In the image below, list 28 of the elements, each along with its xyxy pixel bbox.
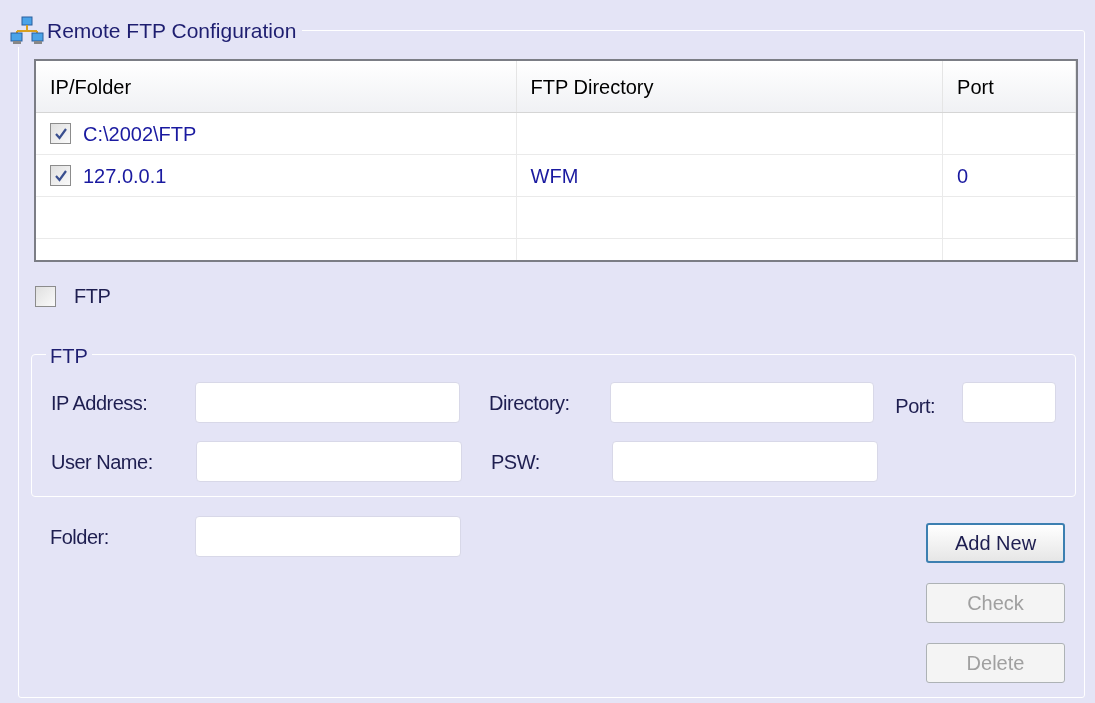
checkbox[interactable] [50,165,71,186]
text-field[interactable] [196,441,462,482]
text-field[interactable] [195,382,461,423]
field-label: Directory: [489,390,571,416]
table-cell-text: 0 [957,163,969,189]
column-header[interactable]: Port [943,61,1076,112]
table-cell-text: C:\2002\FTP [83,121,197,147]
column-header[interactable]: FTP Directory [516,61,944,112]
table-cell-text: 127.0.0.1 [83,163,167,189]
text-field[interactable] [195,516,461,557]
field-label: IP Address: [51,390,149,416]
checkbox-label: FTP [74,284,111,309]
text-field[interactable] [962,382,1056,423]
checkbox[interactable] [35,285,56,307]
field-label: Port: [895,393,937,419]
field-label: Folder: [50,524,110,550]
checkbox[interactable] [50,123,71,144]
table-cell-text: WFM [530,163,579,189]
group-title: Remote FTP Configuration [47,18,297,44]
field-label: User Name: [51,449,154,475]
network-icon [9,15,45,46]
column-header[interactable]: IP/Folder [36,61,517,112]
text-field[interactable] [609,382,875,423]
check-icon [53,126,68,141]
action-button[interactable]: Add New [926,523,1065,563]
field-label: PSW: [491,449,541,475]
check-icon [53,168,68,183]
text-field[interactable] [612,441,878,482]
